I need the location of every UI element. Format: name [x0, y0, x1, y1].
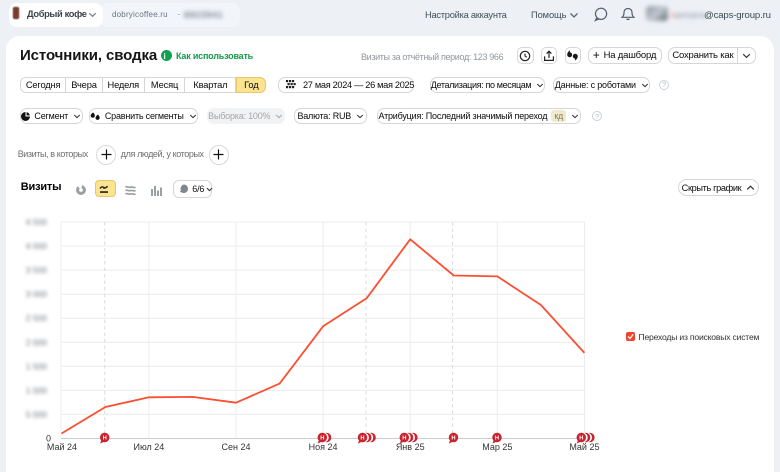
svg-text:Н: Н	[495, 436, 499, 442]
svg-text:Ноя 24: Ноя 24	[309, 442, 338, 452]
svg-text:1 000: 1 000	[26, 385, 48, 395]
svg-text:3 000: 3 000	[26, 289, 48, 299]
svg-text:Н: Н	[579, 436, 583, 442]
svg-text:5 000: 5 000	[26, 409, 48, 419]
svg-text:4 000: 4 000	[26, 241, 48, 251]
svg-text:Н: Н	[360, 436, 364, 442]
svg-text:Н: Н	[402, 436, 406, 442]
svg-text:4 500: 4 500	[26, 217, 48, 227]
svg-text:Май 24: Май 24	[47, 442, 77, 452]
svg-text:Сен 24: Сен 24	[222, 442, 251, 452]
svg-text:Переходы из поисковых систем: Переходы из поисковых систем	[639, 332, 760, 342]
svg-text:3 500: 3 500	[26, 265, 48, 275]
svg-text:1 500: 1 500	[26, 361, 48, 371]
svg-text:Н: Н	[320, 436, 324, 442]
svg-text:Мар 25: Мар 25	[482, 442, 512, 452]
svg-text:2 500: 2 500	[26, 313, 48, 323]
svg-text:Н: Н	[103, 436, 107, 442]
svg-text:Н: Н	[451, 436, 455, 442]
svg-text:Май 25: Май 25	[569, 442, 599, 452]
svg-text:Янв 25: Янв 25	[396, 442, 425, 452]
svg-text:Июл 24: Июл 24	[134, 442, 165, 452]
svg-text:2 000: 2 000	[26, 337, 48, 347]
